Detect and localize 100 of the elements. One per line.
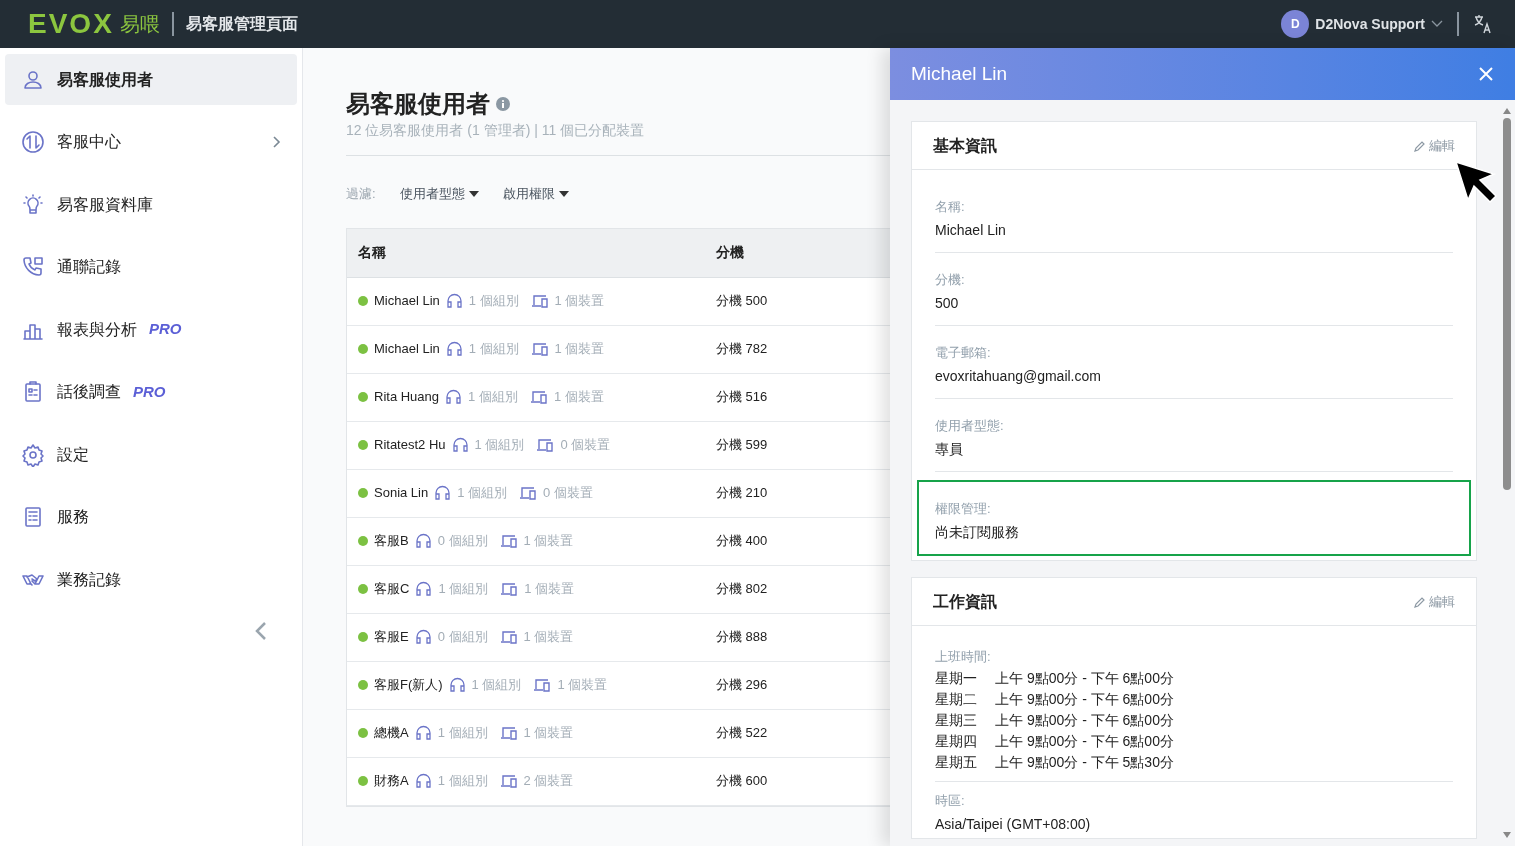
chevron-down-icon [1431, 20, 1443, 28]
sidebar-item[interactable]: 服務 [5, 491, 297, 543]
info-icon[interactable] [496, 97, 510, 111]
sidebar-label: 易客服使用者 [57, 69, 153, 90]
device-count: 2 個裝置 [523, 772, 574, 791]
work-hours: 上午 9點00分 - 下午 6點00分 [995, 669, 1174, 688]
headset-icon [445, 293, 463, 309]
device-count: 1 個裝置 [554, 340, 605, 359]
headset-icon [445, 389, 463, 405]
field-label: 時區: [935, 792, 966, 810]
sidebar-item[interactable]: 設定 [5, 429, 297, 480]
devices-icon [500, 582, 519, 596]
sidebar-label: 易客服資料庫 [57, 194, 153, 215]
sidebar-label: 設定 [57, 444, 89, 465]
sidebar-label: 客服中心 [57, 132, 121, 152]
sidebar-label: 業務記錄 [57, 569, 121, 590]
sidebar-item[interactable]: 易客服資料庫 [5, 179, 297, 230]
field-value: Michael Lin [935, 221, 1007, 240]
field-label: 電子郵箱: [935, 344, 992, 362]
filter-dropdown[interactable]: 啟用權限 [502, 184, 569, 204]
devices-icon [530, 294, 549, 308]
user-name: 客服B [374, 532, 409, 551]
field-label: 名稱: [935, 198, 966, 216]
user-name: Ritatest2 Hu [374, 436, 446, 455]
collapse-icon[interactable] [255, 620, 267, 641]
pencil-icon [1414, 595, 1426, 608]
page-title: 易客服使用者 [346, 89, 490, 119]
weekday: 星期五 [935, 753, 978, 772]
user-name: 客服C [374, 580, 410, 599]
scroll-up-icon[interactable] [1503, 108, 1511, 114]
close-icon[interactable] [1478, 66, 1494, 82]
devices-icon [530, 342, 549, 356]
extension-cell-text: 分機 782 [716, 340, 768, 359]
scroll-down-icon[interactable] [1503, 832, 1511, 838]
headset-icon [451, 437, 469, 453]
sidebar-label: 通聯記錄 [57, 257, 121, 277]
work-hours: 上午 9點00分 - 下午 5點30分 [995, 753, 1174, 772]
field-label: 上班時間: [935, 648, 992, 666]
app-title: 易客服管理頁面 [185, 14, 298, 34]
field-label: 權限管理: [935, 500, 992, 518]
devices-icon [536, 438, 555, 452]
chevron-right-icon [273, 136, 281, 148]
group-count: 1 個組別 [468, 292, 519, 311]
group-count: 0 個組別 [437, 628, 488, 647]
device-count: 1 個裝置 [553, 388, 604, 407]
sidebar-item[interactable]: 話後調查 PRO [5, 366, 297, 418]
headset-icon [415, 581, 433, 597]
extension-cell-text: 分機 210 [716, 484, 768, 503]
logo-text: EVOX [28, 7, 114, 41]
card-title: 基本資訊 [933, 135, 998, 156]
translate-icon[interactable] [1473, 14, 1493, 34]
field-value: evoxritahuang@gmail.com [935, 367, 1102, 386]
group-count: 1 個組別 [438, 580, 489, 599]
weekday: 星期一 [935, 669, 978, 688]
page-subtitle: 12 位易客服使用者 (1 管理者) | 11 個已分配裝置 [346, 121, 646, 140]
sidebar-item[interactable]: 報表與分析 PRO [5, 304, 297, 355]
device-count: 1 個裝置 [557, 676, 608, 695]
user-name: 客服F(新人) [374, 676, 443, 695]
group-count: 1 個組別 [468, 340, 519, 359]
logo-subtitle: 易喂 [119, 12, 160, 37]
user-menu[interactable]: D D2Nova Support [1281, 10, 1443, 38]
weekday: 星期二 [935, 690, 978, 709]
headset-icon [414, 629, 432, 645]
panel-title: Michael Lin [911, 61, 1009, 86]
filter-label: 過濾: [346, 185, 376, 203]
user-name: Rita Huang [374, 388, 440, 407]
devices-icon [529, 390, 548, 404]
weekday: 星期三 [935, 711, 978, 730]
extension-cell-text: 分機 516 [716, 388, 768, 407]
pro-label: PRO [149, 319, 182, 340]
user-name: 財務A [374, 772, 409, 791]
caret-icon [468, 190, 479, 197]
sidebar-item[interactable]: 客服中心 [5, 116, 297, 168]
extension-cell-text: 分機 400 [716, 532, 768, 551]
group-count: 0 個組別 [437, 532, 488, 551]
devices-icon [533, 678, 552, 692]
extension-cell-text: 分機 500 [716, 292, 768, 311]
group-count: 1 個組別 [468, 388, 518, 407]
weekday: 星期四 [935, 732, 978, 751]
device-count: 1 個裝置 [554, 292, 605, 311]
sidebar-label: 服務 [57, 507, 89, 527]
settings-icon [21, 442, 45, 467]
lightbulb-icon [21, 192, 45, 217]
user-name: Michael Lin [374, 340, 440, 359]
headset-icon [448, 677, 466, 693]
pencil-icon [1414, 139, 1426, 152]
caret-icon [558, 190, 569, 197]
device-count: 1 個裝置 [523, 628, 574, 647]
filter-dropdown[interactable]: 使用者型態 [399, 184, 479, 204]
extension-cell-text: 分機 600 [716, 772, 768, 791]
column-header: 名稱 [357, 243, 387, 262]
column-header: 分機 [716, 243, 744, 262]
sidebar-item[interactable]: 易客服使用者 [5, 54, 297, 105]
sidebar-item[interactable]: 業務記錄 [5, 554, 297, 605]
devices-icon [499, 774, 518, 788]
device-count: 1 個裝置 [523, 532, 574, 551]
devices-icon [519, 486, 538, 500]
sidebar-item[interactable]: 通聯記錄 [5, 241, 297, 293]
device-count: 0 個裝置 [543, 484, 593, 503]
device-count: 0 個裝置 [560, 436, 611, 455]
